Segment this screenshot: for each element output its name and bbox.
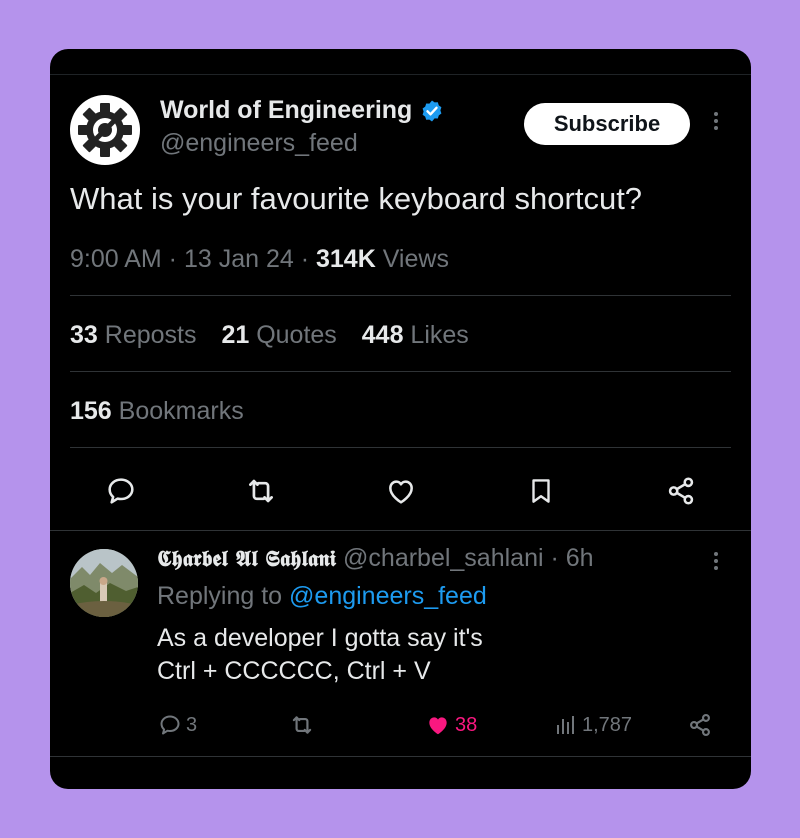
divider	[50, 530, 751, 531]
repost-icon	[292, 716, 312, 734]
share-icon[interactable]	[661, 471, 701, 511]
reply-repost-button[interactable]	[289, 709, 315, 741]
more-options-icon[interactable]	[706, 109, 726, 139]
bookmarks-stat[interactable]: 156 Bookmarks	[70, 397, 244, 426]
reply-icon[interactable]	[101, 471, 141, 511]
tweet-card: World of Engineering @engineers_feed Sub…	[50, 49, 751, 789]
reply-share-button[interactable]	[687, 709, 713, 741]
reposts-count: 33	[70, 321, 98, 349]
likes-count: 448	[361, 321, 404, 349]
like-icon[interactable]	[381, 471, 421, 511]
author-name[interactable]: World of Engineering	[160, 96, 412, 125]
reply-more-options-icon[interactable]	[706, 549, 726, 579]
tweet-meta: 9:00 AM · 13 Jan 24 · 314K Views	[70, 245, 449, 274]
reply-views-button[interactable]: 1,787	[554, 709, 632, 741]
reply-author-name[interactable]: 𝕮𝖍𝖆𝖗𝖇𝖊𝖑 𝕬𝖑 𝕾𝖆𝖍𝖑𝖆𝖓𝖎	[157, 546, 336, 572]
reply-like-count: 38	[455, 713, 478, 736]
author-avatar[interactable]	[70, 95, 140, 165]
likes-label: Likes	[403, 321, 469, 349]
divider	[70, 447, 731, 448]
author-handle[interactable]: @engineers_feed	[160, 129, 358, 158]
bottom-divider	[50, 756, 751, 757]
analytics-icon	[557, 716, 574, 734]
reply-reply-count: 3	[186, 713, 198, 736]
reply-reply-button[interactable]: 3	[158, 709, 197, 741]
subscribe-button[interactable]: Subscribe	[524, 103, 690, 145]
reply-text-line: Ctrl + CCCCCC, Ctrl + V	[157, 657, 431, 685]
reposts-stat[interactable]: 33 Reposts	[70, 321, 196, 349]
reply-like-button[interactable]: 38	[425, 709, 477, 741]
reply-text: As a developer I gotta say it's Ctrl + C…	[157, 622, 677, 688]
meta-separator: ·	[293, 245, 316, 273]
top-divider	[50, 74, 751, 75]
reply-actions: 3 38 1,787	[50, 709, 751, 741]
verified-badge-icon	[422, 100, 442, 121]
divider	[70, 295, 731, 296]
views-count: 314K	[316, 245, 376, 273]
reply-icon	[160, 715, 180, 735]
tweet-actions	[50, 471, 751, 511]
bookmarks-label: Bookmarks	[111, 397, 244, 425]
replying-prefix: Replying to	[157, 582, 290, 610]
bookmark-icon[interactable]	[521, 471, 561, 511]
tweet-date[interactable]: 13 Jan 24	[184, 245, 294, 273]
heart-filled-icon	[429, 717, 447, 735]
repost-icon[interactable]	[241, 471, 281, 511]
reply-author-handle[interactable]: @charbel_sahlani	[343, 544, 544, 572]
bookmarks-count: 156	[70, 397, 112, 425]
reply-views-count: 1,787	[582, 713, 633, 736]
quotes-stat[interactable]: 21 Quotes	[221, 321, 336, 349]
engagement-stats: 33 Reposts 21 Quotes 448 Likes	[70, 321, 487, 350]
avatar-photo	[70, 549, 138, 617]
tweet-time[interactable]: 9:00 AM	[70, 245, 162, 273]
reply-author-row: 𝕮𝖍𝖆𝖗𝖇𝖊𝖑 𝕬𝖑 𝕾𝖆𝖍𝖑𝖆𝖓𝖎 @charbel_sahlani · 6h	[157, 544, 594, 573]
divider	[70, 371, 731, 372]
quotes-count: 21	[221, 321, 250, 349]
gear-logo-icon	[78, 103, 132, 157]
quotes-label: Quotes	[249, 321, 337, 349]
tweet-text: What is your favourite keyboard shortcut…	[70, 181, 643, 216]
views-label: Views	[375, 245, 449, 273]
reply-time[interactable]: · 6h	[544, 544, 593, 572]
meta-separator: ·	[161, 245, 184, 273]
replying-to: Replying to @engineers_feed	[157, 582, 487, 611]
share-icon	[690, 713, 710, 737]
reply-text-line: As a developer I gotta say it's	[157, 624, 483, 652]
reply-author-avatar[interactable]	[70, 549, 138, 617]
author-name-row: World of Engineering	[160, 96, 444, 125]
reposts-label: Reposts	[97, 321, 197, 349]
replying-to-link[interactable]: @engineers_feed	[289, 582, 487, 610]
likes-stat[interactable]: 448 Likes	[362, 321, 469, 349]
